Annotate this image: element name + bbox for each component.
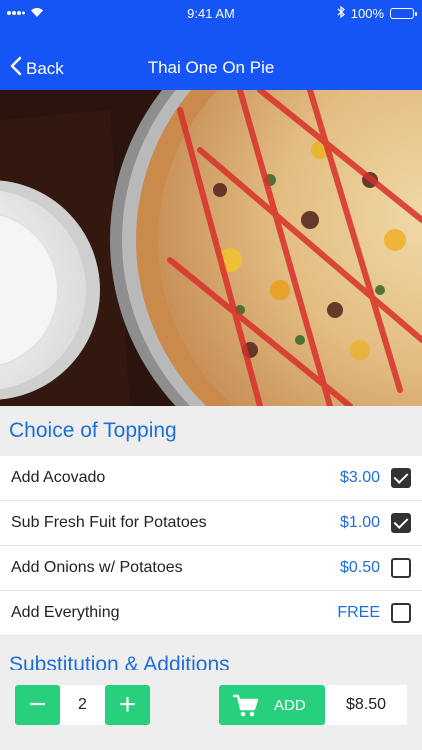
topping-price: $3.00 (339, 469, 380, 486)
top-bar: 9:41 AM 100% Back Thai One On Pie (0, 0, 422, 90)
topping-price: FREE (337, 604, 380, 621)
topping-label: Add Acovado (11, 469, 106, 486)
plus-icon: + (118, 688, 137, 721)
battery-percent: 100% (350, 6, 384, 21)
navigation-bar: Back Thai One On Pie (0, 44, 422, 90)
bluetooth-icon (337, 5, 345, 21)
battery-icon (390, 8, 417, 19)
status-bar: 9:41 AM 100% (0, 0, 422, 26)
decrement-button[interactable]: − (15, 685, 60, 725)
topping-label: Sub Fresh Fuit for Potatoes (11, 514, 207, 531)
cart-icon (232, 694, 259, 723)
topping-row-acovado[interactable]: Add Acovado $3.00 (0, 456, 422, 501)
minus-icon: − (28, 688, 47, 721)
page-title: Thai One On Pie (147, 58, 275, 77)
topping-price: $1.00 (339, 514, 380, 531)
topping-row-onions[interactable]: Add Onions w/ Potatoes $0.50 (0, 546, 422, 591)
topping-checkbox[interactable] (391, 513, 411, 533)
topping-row-fresh-fuit[interactable]: Sub Fresh Fuit for Potatoes $1.00 (0, 501, 422, 546)
quantity-value: 2 (60, 685, 105, 725)
increment-button[interactable]: + (105, 685, 150, 725)
topping-row-everything[interactable]: Add Everything FREE (0, 591, 422, 636)
add-to-cart-button[interactable]: ADD (219, 685, 325, 725)
pizza-photo (0, 90, 422, 406)
topping-price: $0.50 (339, 559, 380, 576)
add-label: ADD (274, 697, 306, 714)
status-right: 100% (337, 5, 417, 21)
topping-label: Add Onions w/ Potatoes (11, 559, 183, 576)
toppings-header: Choice of Topping (9, 419, 177, 442)
topping-checkbox[interactable] (391, 603, 411, 623)
topping-label: Add Everything (11, 604, 120, 621)
topping-checkbox[interactable] (391, 468, 411, 488)
topping-checkbox[interactable] (391, 558, 411, 578)
order-bar: − 2 + ADD $8.50 (0, 670, 422, 750)
order-total: $8.50 (325, 685, 407, 725)
